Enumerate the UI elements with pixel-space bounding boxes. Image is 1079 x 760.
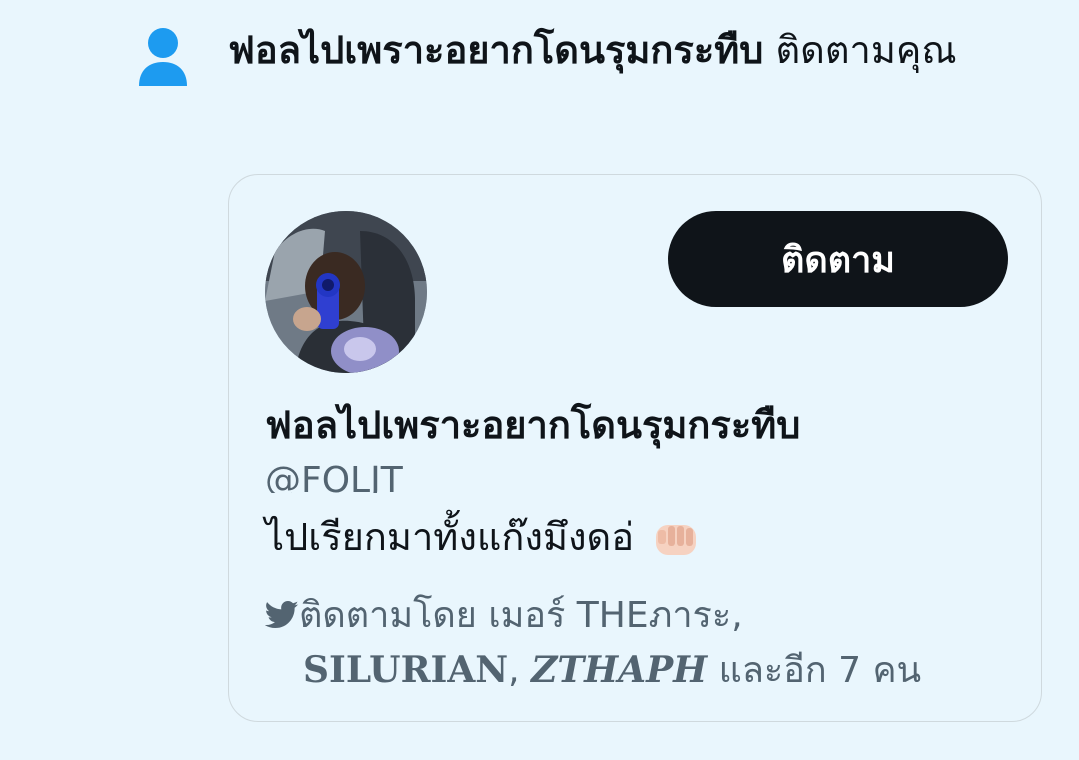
followed-by-suffix: และอีก 7 คน (718, 650, 922, 691)
fist-icon (656, 524, 697, 555)
notification-text: ฟอลไปเพราะอยากโดนรุมกระทืบ ติดตามคุณ (228, 22, 1038, 78)
followed-by-separator: , (508, 650, 520, 691)
person-icon (139, 28, 187, 86)
profile-bio: ไปเรียกมาทั้งแก๊งมึงดอ่ (265, 509, 702, 565)
avatar[interactable] (265, 211, 427, 373)
notification-action-text: ติดตามคุณ (775, 28, 957, 72)
followed-by-user-2[interactable]: SILURIAN (303, 649, 508, 691)
profile-display-name[interactable]: ฟอลไปเพราะอยากโดนรุมกระทืบ (265, 397, 800, 453)
followed-by: ติดตามโดย เมอร์ THEภาระ, SILURIAN, ZTHAP… (265, 589, 1025, 698)
follow-button[interactable]: ติดตาม (668, 211, 1008, 307)
profile-handle[interactable]: @FOLJT (265, 455, 403, 493)
notification-actor-name[interactable]: ฟอลไปเพราะอยากโดนรุมกระทืบ (228, 28, 763, 72)
user-card[interactable]: ติดตาม ฟอลไปเพราะอยากโดนรุมกระทืบ @FOLJT… (228, 174, 1042, 722)
followed-by-separator: , (731, 595, 743, 636)
profile-bio-text: ไปเรียกมาทั้งแก๊งมึงดอ่ (265, 515, 635, 559)
twitter-bird-icon (265, 600, 299, 629)
followed-by-user-3[interactable]: ZTHAPH (531, 649, 707, 691)
followed-by-user-1[interactable]: เมอร์ THEภาระ (488, 595, 731, 636)
followed-by-prefix: ติดตามโดย (299, 595, 477, 636)
